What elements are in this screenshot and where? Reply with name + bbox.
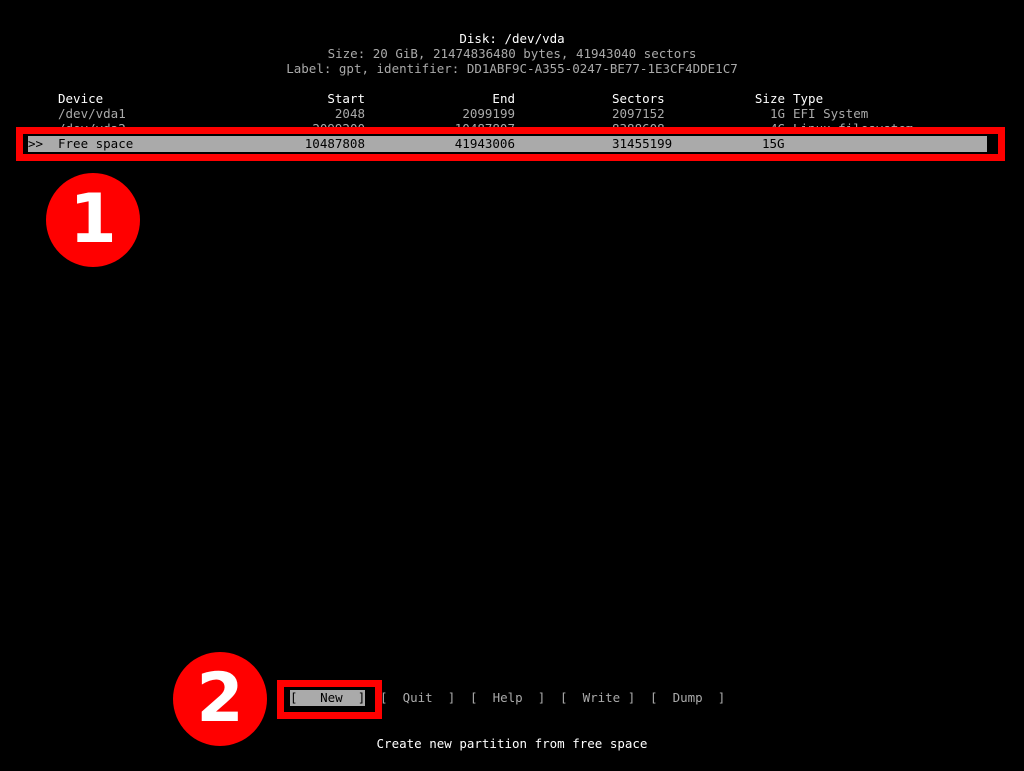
row-start: 2048 <box>334 106 365 121</box>
col-type: Type <box>793 91 824 106</box>
disk-title: Disk: /dev/vda <box>459 31 565 46</box>
col-end: End <box>492 91 515 106</box>
annotation-badge-2: 2 <box>173 652 267 746</box>
action-hint: Create new partition from free space <box>376 736 648 751</box>
quit-button[interactable]: [ Quit ] <box>380 690 455 706</box>
selection-marker: >> <box>28 136 44 151</box>
row-device: Free space <box>58 136 134 151</box>
row-type: EFI System <box>793 106 869 121</box>
row-device: /dev/vda1 <box>58 106 126 121</box>
row-sectors: 31455199 <box>612 136 673 151</box>
col-start: Start <box>327 91 365 106</box>
col-device: Device <box>58 91 104 106</box>
row-size: 1G <box>769 106 785 121</box>
row-start: 10487808 <box>304 136 365 151</box>
disk-size-info: Size: 20 GiB, 21474836480 bytes, 4194304… <box>327 46 697 61</box>
disk-label-info: Label: gpt, identifier: DD1ABF9C-A355-02… <box>286 61 738 76</box>
table-row-selected[interactable]: >> Free space 10487808 41943006 31455199… <box>28 136 987 152</box>
new-button[interactable]: [ New ] <box>290 690 366 706</box>
write-button[interactable]: [ Write ] <box>560 690 635 706</box>
row-end: 2099199 <box>462 106 515 121</box>
row-size: 15G <box>762 136 785 151</box>
dump-button[interactable]: [ Dump ] <box>650 690 725 706</box>
annotation-badge-1: 1 <box>46 173 140 267</box>
col-sectors: Sectors <box>612 91 665 106</box>
help-button[interactable]: [ Help ] <box>470 690 545 706</box>
row-end: 41943006 <box>454 136 515 151</box>
col-size: Size <box>754 91 785 106</box>
row-sectors: 2097152 <box>612 106 665 121</box>
